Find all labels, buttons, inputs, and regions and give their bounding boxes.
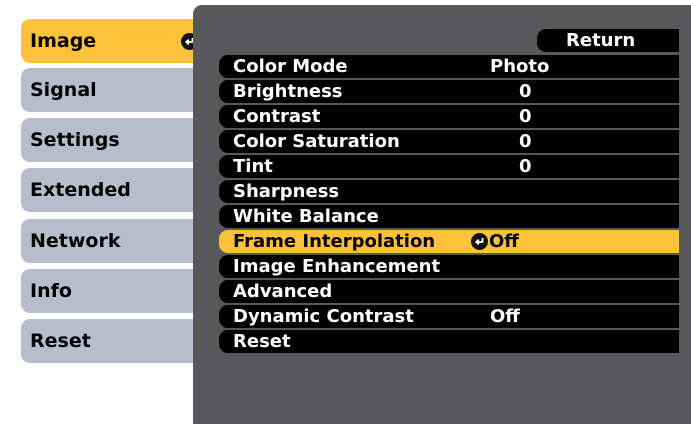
sidebar-item-extended[interactable]: Extended (21, 168, 207, 212)
row-label: Color Saturation (233, 131, 400, 152)
menu-row-contrast[interactable]: Contrast 0 (219, 105, 679, 128)
sidebar-item-label: Signal (30, 79, 97, 101)
row-label: Color Mode (233, 56, 348, 77)
row-label: Image Enhancement (233, 256, 441, 277)
row-label: Frame Interpolation (233, 231, 436, 252)
row-value: Off (490, 306, 520, 327)
row-value: 0 (519, 106, 532, 127)
row-label: Contrast (233, 106, 321, 127)
menu-row-white-balance[interactable]: White Balance (219, 205, 679, 228)
menu-row-color-saturation[interactable]: Color Saturation 0 (219, 130, 679, 153)
row-label: White Balance (233, 206, 379, 227)
row-label: Sharpness (233, 181, 340, 202)
return-button[interactable]: Return (537, 29, 679, 52)
row-value: 0 (519, 156, 532, 177)
menu-row-dynamic-contrast[interactable]: Dynamic Contrast Off (219, 305, 679, 328)
row-value: 0 (519, 131, 532, 152)
sidebar-item-label: Network (30, 230, 121, 252)
sidebar-item-info[interactable]: Info (21, 269, 207, 313)
menu-row-color-mode[interactable]: Color Mode Photo (219, 55, 679, 78)
row-label: Brightness (233, 81, 343, 102)
sidebar-item-label: Image (30, 30, 97, 52)
row-value: 0 (519, 81, 532, 102)
enter-icon (471, 233, 488, 250)
menu-row-image-enhancement[interactable]: Image Enhancement (219, 255, 679, 278)
sidebar-item-reset[interactable]: Reset (21, 319, 207, 363)
sidebar-item-image[interactable]: Image (21, 19, 209, 63)
row-value: Photo (490, 56, 550, 77)
sidebar-item-label: Reset (30, 330, 91, 352)
sidebar-item-signal[interactable]: Signal (21, 68, 207, 112)
menu-row-brightness[interactable]: Brightness 0 (219, 80, 679, 103)
sidebar-item-label: Info (30, 280, 72, 302)
row-label: Tint (233, 156, 273, 177)
sidebar-item-label: Extended (30, 179, 131, 201)
sidebar-item-network[interactable]: Network (21, 219, 207, 263)
menu-row-reset[interactable]: Reset (219, 330, 679, 353)
row-value: Off (489, 231, 519, 252)
menu-row-frame-interpolation[interactable]: Frame Interpolation Off (219, 230, 679, 253)
sidebar-item-label: Settings (30, 129, 120, 151)
menu-row-sharpness[interactable]: Sharpness (219, 180, 679, 203)
sidebar-item-settings[interactable]: Settings (21, 118, 207, 162)
row-label: Dynamic Contrast (233, 306, 414, 327)
menu-row-tint[interactable]: Tint 0 (219, 155, 679, 178)
menu-row-advanced[interactable]: Advanced (219, 280, 679, 303)
row-label: Reset (233, 331, 291, 352)
row-label: Advanced (233, 281, 333, 302)
